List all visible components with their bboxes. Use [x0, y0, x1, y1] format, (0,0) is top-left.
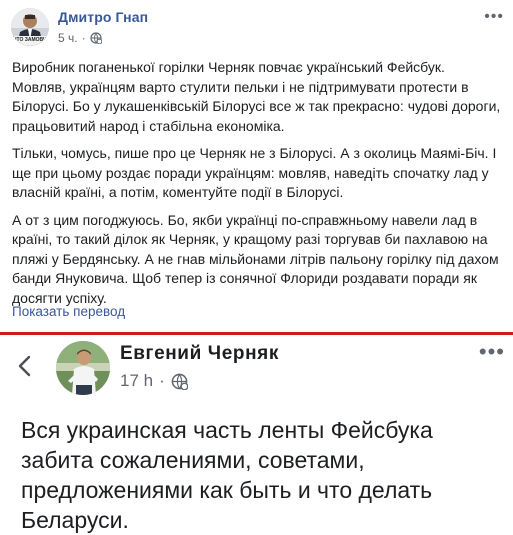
author-name[interactable]: Евгений Черняк	[120, 343, 279, 365]
person-avatar-image	[56, 341, 110, 395]
post-text: Вся украинская часть ленты Фейсбука заби…	[21, 417, 433, 533]
post-timestamp[interactable]: 17 h	[120, 371, 153, 391]
show-translation-link[interactable]: Показать перевод	[12, 304, 125, 319]
post-timestamp[interactable]: 5 ч.	[58, 31, 78, 45]
post-meta: 5 ч. ·	[58, 31, 102, 45]
top-post: ЧТО ЗАМОВЧ Дмитро Гнап 5 ч. · ••• Виробн…	[0, 0, 513, 332]
globe-gear-icon[interactable]	[89, 32, 102, 44]
dot-separator: ·	[81, 31, 86, 45]
post-paragraph: Виробник поганенької горілки Черняк повч…	[12, 59, 501, 134]
dot-separator: ·	[159, 371, 165, 390]
author-name[interactable]: Дмитро Гнап	[58, 9, 148, 25]
post-text: Виробник поганенької горілки Черняк повч…	[12, 58, 502, 316]
author-avatar[interactable]: ЧТО ЗАМОВЧ	[11, 8, 49, 46]
globe-gear-icon[interactable]	[171, 373, 188, 390]
more-options-icon[interactable]: •••	[479, 339, 505, 365]
more-options-icon[interactable]: •••	[484, 8, 504, 26]
chevron-left-icon[interactable]	[12, 353, 38, 379]
avatar-caption: ЧТО ЗАМОВЧ	[13, 37, 47, 43]
author-avatar[interactable]	[56, 341, 110, 395]
post-paragraph: Тільки, чомусь, пише про це Черняк не з …	[12, 145, 497, 200]
post-meta: 17 h ·	[120, 371, 188, 391]
post-paragraph: А от з цим погоджуюсь. Бо, якби українці…	[12, 211, 499, 306]
quoted-post: Евгений Черняк 17 h · ••• Вся украинская…	[0, 335, 513, 533]
